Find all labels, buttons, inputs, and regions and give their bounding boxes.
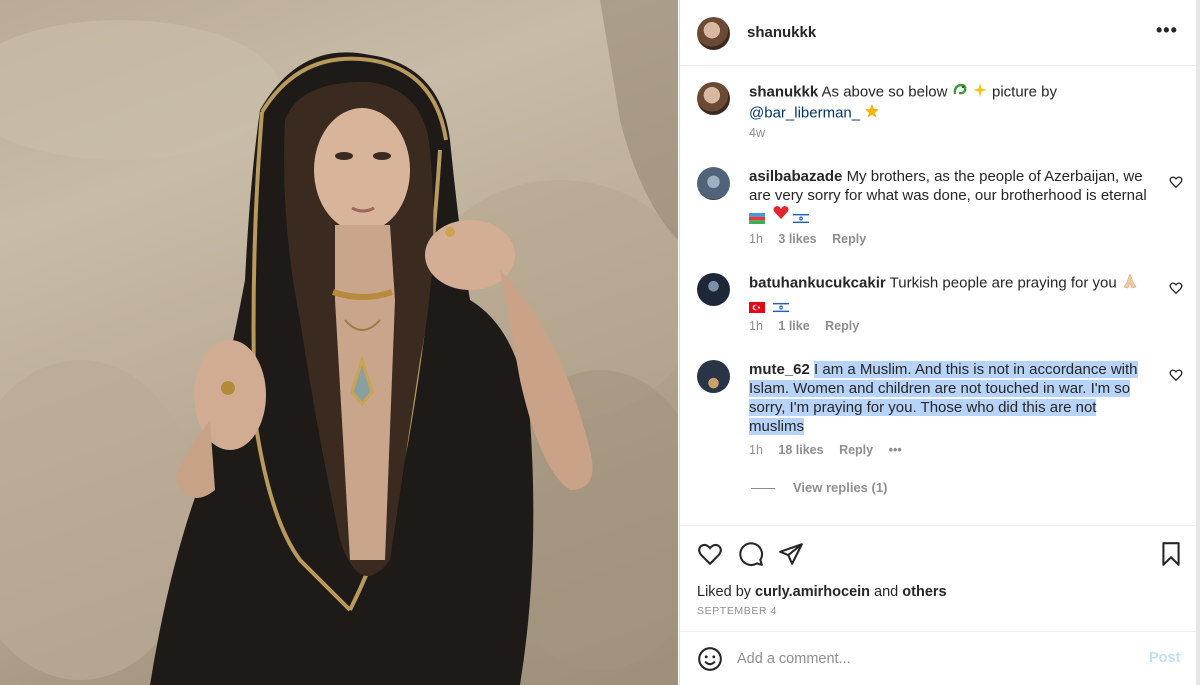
avatar[interactable] bbox=[697, 167, 730, 200]
comment-text: are very sorry for what was done, our br… bbox=[749, 187, 1147, 204]
azerbaijan-flag-icon bbox=[749, 210, 765, 224]
comment-meta: 1h 18 likes Reply ••• bbox=[749, 443, 914, 457]
post-date[interactable]: SEPTEMBER 4 bbox=[697, 605, 777, 617]
caption-text-tail: picture by bbox=[991, 83, 1058, 101]
caption-text: As above so below bbox=[821, 83, 948, 101]
comment-text: Turkish people are praying for you bbox=[889, 274, 1117, 292]
reply-button[interactable]: Reply bbox=[825, 319, 859, 333]
liked-by-others-link[interactable]: others bbox=[902, 584, 946, 600]
comment-username[interactable]: batuhankucukcakir bbox=[749, 274, 886, 291]
like-comment-heart-icon[interactable] bbox=[1169, 281, 1183, 295]
caption-username[interactable]: shanukkk bbox=[749, 83, 818, 100]
reply-button[interactable]: Reply bbox=[832, 232, 866, 246]
comment-time: 1h bbox=[749, 319, 763, 333]
avatar[interactable] bbox=[697, 273, 730, 306]
avatar[interactable] bbox=[697, 17, 730, 50]
save-bookmark-icon[interactable] bbox=[1158, 541, 1184, 567]
caption-mention-link[interactable]: @bar_liberman_ bbox=[749, 104, 860, 121]
divider bbox=[751, 488, 775, 490]
comment-time: 1h bbox=[749, 443, 763, 457]
like-comment-heart-icon[interactable] bbox=[1169, 175, 1183, 189]
comment-more-icon[interactable]: ••• bbox=[889, 443, 902, 457]
post-panel: shanukkk ••• shanukkk As above so below … bbox=[679, 0, 1197, 685]
view-replies-button[interactable]: View replies (1) bbox=[751, 480, 887, 495]
emoji-smiley-icon[interactable] bbox=[697, 646, 723, 672]
red-heart-icon bbox=[773, 205, 789, 225]
photo-illustration bbox=[0, 0, 678, 685]
comment-text: muslims bbox=[749, 418, 804, 435]
star-emoji-icon bbox=[864, 103, 880, 124]
comment-text: sorry, I'm praying for you. Those who di… bbox=[749, 399, 1097, 416]
avatar[interactable] bbox=[697, 360, 730, 393]
avatar[interactable] bbox=[697, 82, 730, 115]
sparkles-emoji-icon bbox=[972, 82, 988, 103]
liked-by-and: and bbox=[874, 584, 899, 600]
comment: asilbabazade My brothers, as the people … bbox=[749, 167, 1159, 225]
praying-hands-emoji-icon bbox=[1121, 273, 1139, 294]
view-replies-label: View replies (1) bbox=[793, 480, 888, 495]
israel-flag-icon bbox=[772, 299, 790, 313]
dragon-emoji-icon bbox=[952, 82, 968, 103]
caption-time: 4w bbox=[749, 126, 777, 140]
add-comment-input[interactable] bbox=[737, 648, 1117, 670]
post-photo[interactable] bbox=[0, 0, 678, 685]
like-comment-heart-icon[interactable] bbox=[1169, 368, 1183, 382]
share-paper-plane-icon[interactable] bbox=[778, 541, 804, 567]
like-heart-icon[interactable] bbox=[697, 541, 723, 567]
israel-flag-icon bbox=[793, 210, 810, 224]
more-options-icon[interactable]: ••• bbox=[1156, 20, 1178, 41]
reply-button[interactable]: Reply bbox=[839, 443, 873, 457]
comment: batuhankucukcakir Turkish people are pra… bbox=[749, 273, 1159, 313]
post-username[interactable]: shanukkk bbox=[747, 24, 816, 41]
comment-likes[interactable]: 18 likes bbox=[778, 443, 823, 457]
comment-likes[interactable]: 1 like bbox=[778, 319, 809, 333]
turkey-flag-icon bbox=[749, 299, 765, 313]
comment-username[interactable]: asilbabazade bbox=[749, 168, 842, 185]
comment-text: My brothers, as the people of Azerbaijan… bbox=[846, 168, 1143, 185]
caption: shanukkk As above so below picture by @b… bbox=[749, 82, 1159, 124]
liked-by-text: Liked by curly.amirhocein and others bbox=[697, 584, 947, 600]
comment-meta: 1h 1 like Reply bbox=[749, 319, 871, 333]
comment-likes[interactable]: 3 likes bbox=[778, 232, 816, 246]
liked-by-user-link[interactable]: curly.amirhocein bbox=[755, 584, 870, 600]
comment: mute_62 I am a Muslim. And this is not i… bbox=[749, 360, 1159, 436]
comment-composer: Post bbox=[680, 631, 1197, 685]
comment-username[interactable]: mute_62 bbox=[749, 361, 810, 378]
window-edge bbox=[1196, 0, 1200, 685]
comment-time: 1h bbox=[749, 232, 763, 246]
comment-text: I am a Muslim. And this is not in accord… bbox=[814, 361, 1138, 378]
caption-timestamp: 4w bbox=[749, 126, 765, 140]
liked-by-prefix: Liked by bbox=[697, 584, 752, 600]
post-comment-button[interactable]: Post bbox=[1149, 650, 1180, 666]
comment-meta: 1h 3 likes Reply bbox=[749, 232, 878, 246]
post-header: shanukkk ••• bbox=[680, 0, 1197, 66]
comments-list[interactable]: shanukkk As above so below picture by @b… bbox=[680, 67, 1197, 522]
post-actions: Liked by curly.amirhocein and others SEP… bbox=[680, 525, 1197, 630]
comment-bubble-icon[interactable] bbox=[738, 541, 764, 567]
comment-text: Islam. Women and children are not touche… bbox=[749, 380, 1131, 397]
